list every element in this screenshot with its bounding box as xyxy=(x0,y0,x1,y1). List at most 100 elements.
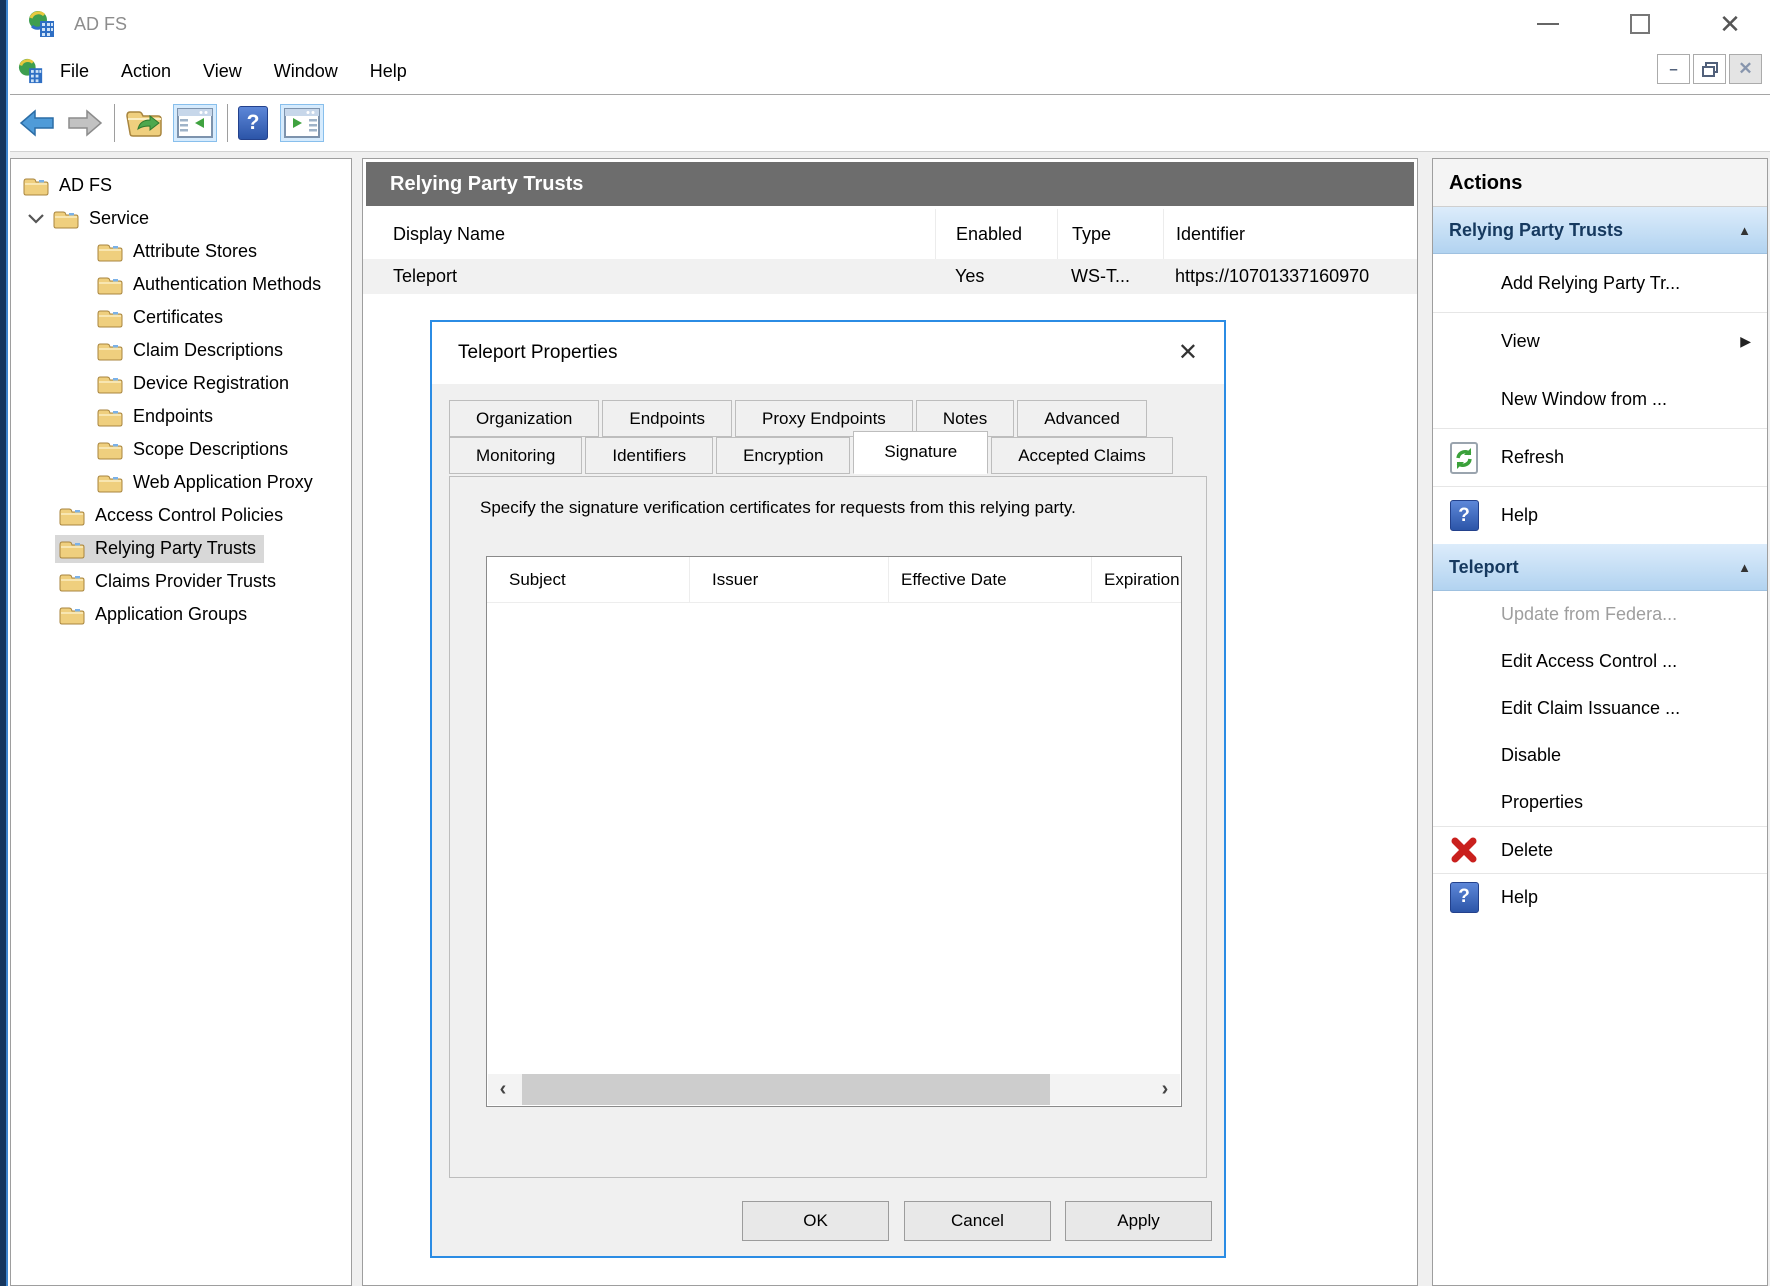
folder-icon xyxy=(59,506,85,526)
tree-item-label: Scope Descriptions xyxy=(133,439,288,460)
tree-item-relying-party-trusts[interactable]: Relying Party Trusts xyxy=(11,532,351,565)
scroll-right-icon[interactable]: › xyxy=(1150,1078,1180,1101)
tab-identifiers[interactable]: Identifiers xyxy=(585,437,713,474)
tab-endpoints[interactable]: Endpoints xyxy=(602,400,732,437)
column-header-type[interactable]: Type xyxy=(1057,209,1163,259)
column-header-effective-date[interactable]: Effective Date xyxy=(888,557,1091,602)
menu-view[interactable]: View xyxy=(187,48,258,94)
action-add-relying-party-trust[interactable]: Add Relying Party Tr... xyxy=(1433,254,1767,312)
mdi-close-button[interactable]: ✕ xyxy=(1729,54,1762,84)
toolbar-separator xyxy=(114,104,115,142)
console-tree-icon xyxy=(177,108,213,138)
tree-item-attribute-stores[interactable]: Attribute Stores xyxy=(11,235,351,268)
console-tree-panel: AD FS Service Attribute Stores Authentic… xyxy=(10,158,352,1286)
tree-item-endpoints[interactable]: Endpoints xyxy=(11,400,351,433)
actions-section-teleport[interactable]: Teleport ▲ xyxy=(1433,544,1767,591)
mdi-minimize-button[interactable]: – xyxy=(1657,54,1690,84)
collapse-arrow-icon[interactable]: ▲ xyxy=(1738,560,1751,575)
tab-monitoring[interactable]: Monitoring xyxy=(449,437,582,474)
minimize-button[interactable] xyxy=(1526,0,1570,48)
menu-file[interactable]: File xyxy=(44,48,105,94)
certificates-listview[interactable]: Subject Issuer Effective Date Expiration… xyxy=(486,556,1182,1107)
tree-item-access-control-policies[interactable]: Access Control Policies xyxy=(11,499,351,532)
forward-button[interactable] xyxy=(66,109,104,137)
action-new-window[interactable]: New Window from ... xyxy=(1433,370,1767,428)
teleport-properties-dialog: Teleport Properties ✕ Organization Endpo… xyxy=(430,320,1226,1258)
dialog-title-bar: Teleport Properties ✕ xyxy=(432,322,1224,384)
tree-item-certificates[interactable]: Certificates xyxy=(11,301,351,334)
action-disable[interactable]: Disable xyxy=(1433,732,1767,779)
action-help-rpt[interactable]: ? Help xyxy=(1433,486,1767,544)
cell-identifier: https://10701337160970 xyxy=(1163,259,1417,294)
back-button[interactable] xyxy=(18,109,56,137)
column-header-subject[interactable]: Subject xyxy=(487,557,689,602)
action-refresh[interactable]: Refresh xyxy=(1433,428,1767,486)
table-row-teleport[interactable]: Teleport Yes WS-T... https://10701337160… xyxy=(363,259,1417,294)
tree-item-application-groups[interactable]: Application Groups xyxy=(11,598,351,631)
action-properties[interactable]: Properties xyxy=(1433,779,1767,826)
actions-section-title: Relying Party Trusts xyxy=(1449,220,1623,241)
action-edit-claim-issuance[interactable]: Edit Claim Issuance ... xyxy=(1433,685,1767,732)
dialog-title: Teleport Properties xyxy=(458,342,617,364)
export-list-button[interactable] xyxy=(125,107,163,139)
list-column-headers: Display Name Enabled Type Identifier xyxy=(363,209,1417,259)
tree-item-web-application-proxy[interactable]: Web Application Proxy xyxy=(11,466,351,499)
tab-encryption[interactable]: Encryption xyxy=(716,437,850,474)
tree-item-scope-descriptions[interactable]: Scope Descriptions xyxy=(11,433,351,466)
results-panel-title: Relying Party Trusts xyxy=(366,162,1414,206)
tree-item-claim-descriptions[interactable]: Claim Descriptions xyxy=(11,334,351,367)
collapse-arrow-icon[interactable]: ▲ xyxy=(1738,223,1751,238)
tab-advanced[interactable]: Advanced xyxy=(1017,400,1147,437)
column-header-issuer[interactable]: Issuer xyxy=(689,557,888,602)
column-header-expiration[interactable]: Expiration xyxy=(1091,557,1181,602)
horizontal-scrollbar[interactable]: ‹ › xyxy=(488,1074,1180,1105)
tab-organization[interactable]: Organization xyxy=(449,400,599,437)
actions-section-title: Teleport xyxy=(1449,557,1519,578)
tree-item-authentication-methods[interactable]: Authentication Methods xyxy=(11,268,351,301)
folder-icon xyxy=(59,605,85,625)
chevron-expanded-icon[interactable] xyxy=(27,213,45,224)
folder-icon xyxy=(23,176,49,196)
show-hide-console-tree-button[interactable] xyxy=(173,104,217,142)
action-view-label: View xyxy=(1501,331,1540,352)
close-button[interactable]: ✕ xyxy=(1708,0,1752,48)
menu-help[interactable]: Help xyxy=(354,48,423,94)
tree-item-label: Device Registration xyxy=(133,373,289,394)
action-help-teleport[interactable]: ? Help xyxy=(1433,873,1767,920)
action-view[interactable]: View ▶ xyxy=(1433,312,1767,370)
export-list-icon xyxy=(125,107,163,139)
toolbar: ? xyxy=(10,95,1770,152)
tab-accepted-claims[interactable]: Accepted Claims xyxy=(991,437,1173,474)
certificates-column-headers: Subject Issuer Effective Date Expiration xyxy=(487,557,1181,603)
actions-section-relying-party-trusts[interactable]: Relying Party Trusts ▲ xyxy=(1433,207,1767,254)
scroll-left-icon[interactable]: ‹ xyxy=(488,1078,518,1101)
menu-window[interactable]: Window xyxy=(258,48,354,94)
signature-tab-content: Specify the signature verification certi… xyxy=(449,476,1207,1178)
action-delete[interactable]: Delete xyxy=(1433,826,1767,873)
tree-item-claims-provider-trusts[interactable]: Claims Provider Trusts xyxy=(11,565,351,598)
column-header-display-name[interactable]: Display Name xyxy=(363,209,935,259)
show-hide-action-pane-button[interactable] xyxy=(280,104,324,142)
tree-item-ad-fs[interactable]: AD FS xyxy=(11,169,351,202)
cancel-button[interactable]: Cancel xyxy=(904,1201,1051,1241)
tree-item-device-registration[interactable]: Device Registration xyxy=(11,367,351,400)
action-edit-access-control[interactable]: Edit Access Control ... xyxy=(1433,638,1767,685)
tree-item-label: Endpoints xyxy=(133,406,213,427)
column-header-identifier[interactable]: Identifier xyxy=(1163,209,1417,259)
tree-item-service[interactable]: Service xyxy=(11,202,351,235)
mdi-window-controls: – ✕ xyxy=(1657,54,1762,84)
folder-icon xyxy=(97,308,123,328)
adfs-app-icon-small xyxy=(18,58,44,84)
forward-arrow-icon xyxy=(66,109,104,137)
column-header-enabled[interactable]: Enabled xyxy=(935,209,1057,259)
maximize-button[interactable] xyxy=(1618,0,1662,48)
apply-button[interactable]: Apply xyxy=(1065,1201,1212,1241)
toolbar-help-button[interactable]: ? xyxy=(238,106,268,140)
toolbar-separator xyxy=(227,104,228,142)
menu-action[interactable]: Action xyxy=(105,48,187,94)
tab-signature[interactable]: Signature xyxy=(853,431,988,474)
mdi-restore-button[interactable] xyxy=(1693,54,1726,84)
dialog-close-icon[interactable]: ✕ xyxy=(1178,341,1198,365)
scrollbar-thumb[interactable] xyxy=(522,1074,1050,1105)
ok-button[interactable]: OK xyxy=(742,1201,889,1241)
